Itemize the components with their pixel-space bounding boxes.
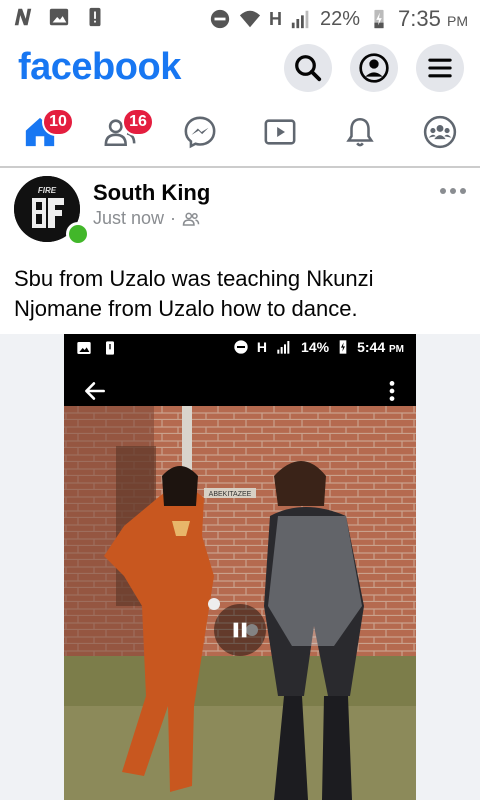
home-badge: 10 (42, 108, 74, 136)
friends-audience-icon (182, 212, 200, 226)
menu-icon (428, 58, 452, 78)
bell-icon (346, 117, 374, 147)
image-notification-icon (49, 8, 69, 26)
watch-icon (264, 119, 296, 145)
video-frame: H 14% 5:44 PM ABEKITAZEE (64, 334, 416, 800)
clock-time: 7:35 (398, 6, 441, 31)
video-more-icon (389, 381, 395, 401)
tab-groups[interactable] (410, 106, 470, 158)
post-video[interactable]: H 14% 5:44 PM ABEKITAZEE (0, 334, 480, 800)
network-type: H (269, 8, 283, 29)
signal-icon (291, 10, 309, 29)
profile-icon (359, 53, 389, 83)
video-battery-percent: 14% (301, 339, 330, 355)
clock-ampm: PM (447, 13, 468, 29)
video-status-bar: H 14% 5:44 PM (64, 334, 416, 362)
search-icon (295, 55, 322, 82)
friends-badge: 16 (122, 108, 154, 136)
video-image-icon (77, 342, 91, 354)
svg-text:FIRE: FIRE (38, 186, 57, 195)
battery-percent: 22% (320, 7, 361, 30)
wifi-icon (239, 10, 261, 28)
tab-messenger[interactable] (170, 106, 230, 158)
messenger-icon (184, 116, 216, 149)
pause-icon (233, 622, 247, 638)
video-dnd-icon (234, 340, 248, 354)
post-author[interactable]: South King (93, 180, 210, 206)
battery-charging-icon (374, 9, 384, 29)
more-dot-icon (450, 188, 456, 194)
post-text: Sbu from Uzalo was teaching Nkunzi Njoma… (14, 266, 374, 321)
more-dot-icon (460, 188, 466, 194)
video-phone-icon (106, 341, 114, 355)
groups-icon (423, 115, 457, 149)
dnd-icon (210, 9, 230, 29)
video-network-type: H (256, 339, 268, 355)
phone-notification-icon (89, 7, 101, 27)
post-header: FIRE South King Just now · (0, 168, 480, 258)
n-notification-icon (14, 8, 32, 26)
tab-watch[interactable] (250, 106, 310, 158)
menu-button[interactable] (416, 44, 464, 92)
video-battery-icon (339, 340, 347, 354)
back-arrow-icon (85, 382, 105, 400)
tab-notifications[interactable] (330, 106, 390, 158)
video-clock: 5:44 PM (357, 339, 404, 355)
more-dot-icon (440, 188, 446, 194)
search-button[interactable] (284, 44, 332, 92)
video-clock-ampm: PM (389, 344, 404, 355)
video-clock-time: 5:44 (357, 339, 386, 355)
profile-button[interactable] (350, 44, 398, 92)
online-indicator (66, 222, 90, 246)
video-scene-image: ABEKITAZEE (64, 406, 416, 800)
tab-home[interactable]: 10 (10, 106, 74, 158)
video-signal-icon (277, 341, 290, 354)
status-bar: H 22% 7:35 PM (0, 0, 480, 36)
nav-tabs: 10 16 (0, 98, 480, 168)
app-header: facebook (0, 36, 480, 98)
wall-sign-text: ABEKITAZEE (209, 491, 252, 498)
post-options-button[interactable] (440, 188, 466, 194)
clock: 7:35 PM (398, 6, 468, 32)
meta-separator: · (170, 208, 177, 228)
pause-button[interactable] (214, 604, 266, 656)
post-meta: Just now · (93, 208, 200, 229)
facebook-logo[interactable]: facebook (18, 46, 181, 89)
tab-friends[interactable]: 16 (90, 106, 154, 158)
post-time[interactable]: Just now (93, 208, 164, 229)
